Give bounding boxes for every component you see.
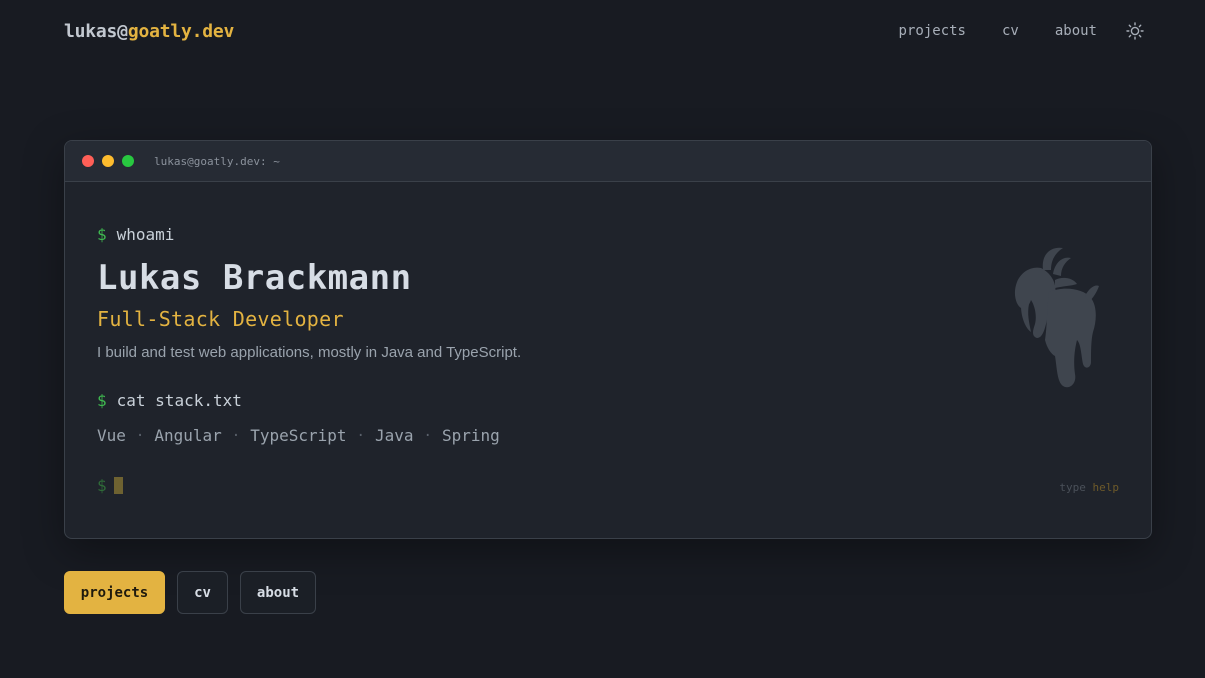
terminal-input[interactable]: $	[97, 476, 123, 495]
terminal-window[interactable]: lukas@goatly.dev: ~ $ whoami Lukas Brackm…	[64, 140, 1152, 539]
stack-item: TypeScript	[250, 426, 347, 445]
goat-icon	[1014, 247, 1099, 388]
stack-separator: ·	[231, 427, 241, 444]
maximize-dot-icon[interactable]	[122, 155, 134, 167]
stack-item: Vue	[97, 426, 126, 445]
hint-prefix: type	[1059, 481, 1086, 494]
nav-link-about[interactable]: about	[1055, 23, 1097, 39]
logo-domain: goatly.dev	[127, 20, 235, 42]
about-button[interactable]: about	[240, 571, 316, 614]
theme-toggle-button[interactable]	[1125, 21, 1145, 41]
text-cursor	[113, 477, 123, 494]
minimize-dot-icon[interactable]	[102, 155, 114, 167]
stack-item: Angular	[154, 426, 222, 445]
logo-user: lukas@	[64, 20, 128, 42]
stack-item: Java	[374, 426, 414, 445]
command-text: whoami	[116, 225, 175, 244]
nav-link-projects[interactable]: projects	[899, 23, 966, 39]
stack-separator: ·	[135, 427, 145, 444]
sun-icon	[1126, 22, 1144, 40]
terminal-title: lukas@goatly.dev: ~	[154, 154, 280, 168]
prompt-symbol: $	[97, 391, 107, 410]
top-nav: projects cv about	[899, 21, 1145, 41]
prompt-symbol: $	[97, 225, 107, 244]
nav-link-cv[interactable]: cv	[1002, 23, 1019, 39]
help-hint: type help	[1059, 481, 1119, 494]
tech-stack-list: Vue · Angular · TypeScript · Java · Spri…	[97, 426, 500, 445]
site-logo[interactable]: lukas@goatly.dev	[64, 21, 234, 42]
prompt-symbol: $	[97, 476, 107, 495]
hint-keyword: help	[1092, 481, 1120, 494]
projects-button[interactable]: projects	[64, 571, 165, 614]
command-line-whoami: $ whoami	[97, 225, 174, 244]
profile-name: Lukas Brackmann	[97, 258, 412, 298]
terminal-titlebar: lukas@goatly.dev: ~	[65, 141, 1151, 182]
cv-button[interactable]: cv	[177, 571, 228, 614]
site-header: lukas@goatly.dev projects cv about	[64, 18, 1145, 44]
profile-description: I build and test web applications, mostl…	[97, 344, 522, 361]
action-buttons: projects cv about	[64, 571, 316, 614]
stack-separator: ·	[356, 427, 365, 444]
command-text: cat stack.txt	[116, 391, 242, 410]
stack-item: Spring	[441, 426, 500, 445]
close-dot-icon[interactable]	[82, 155, 94, 167]
command-line-stack: $ cat stack.txt	[97, 391, 242, 410]
stack-separator: ·	[423, 427, 432, 444]
profile-role: Full-Stack Developer	[97, 307, 344, 331]
